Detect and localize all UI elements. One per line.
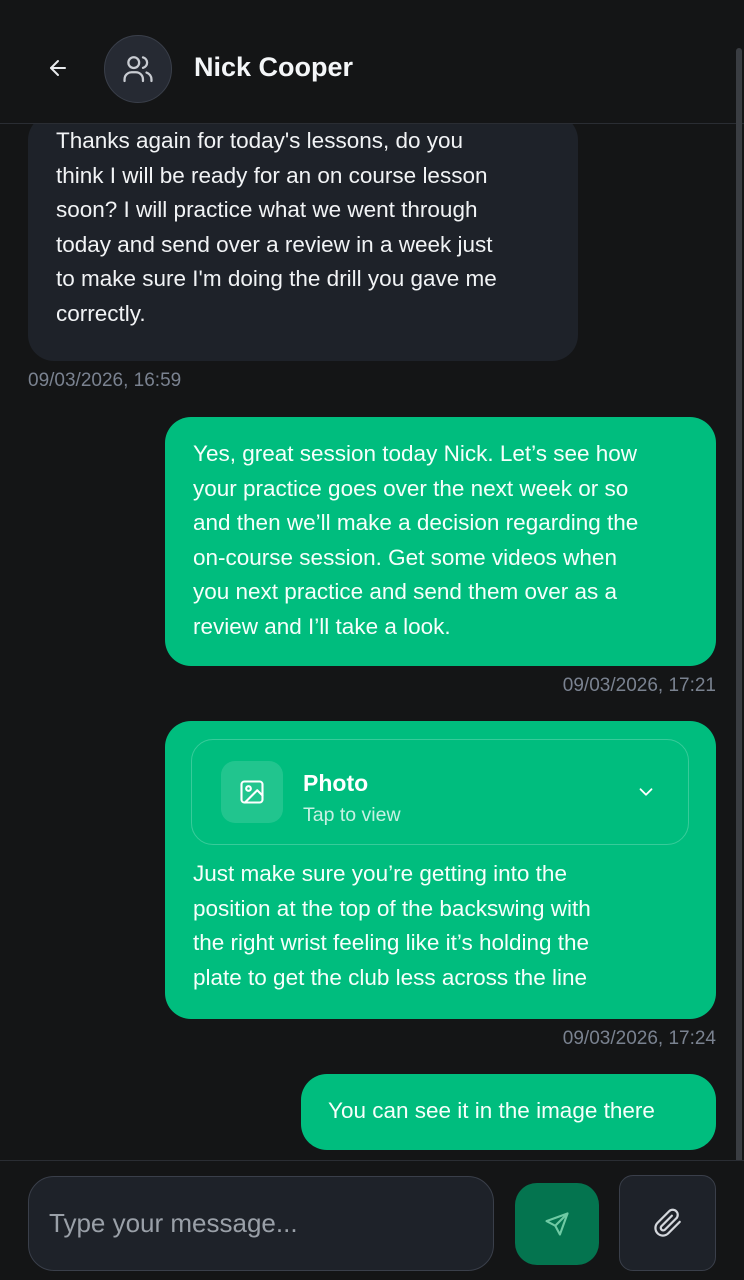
message-line: to make sure I'm doing the drill you gav… xyxy=(56,266,497,292)
message-timestamp: 09/03/2026, 17:24 xyxy=(562,1028,716,1049)
chat-header: Nick Cooper xyxy=(0,0,744,124)
message-line: plate to get the club less across the li… xyxy=(193,964,587,990)
message-line: the right wrist feeling like it’s holdin… xyxy=(193,930,590,956)
users-icon xyxy=(123,56,153,83)
chat-screen: Nick Cooper Thanks again for today's les… xyxy=(0,0,744,1280)
image-icon xyxy=(240,780,264,804)
message-bubble-outgoing[interactable]: Yes, great session today Nick. Let’s see… xyxy=(165,417,716,666)
message-line: Just make sure you’re getting into the xyxy=(193,861,567,886)
contact-avatar[interactable] xyxy=(104,35,172,103)
send-icon xyxy=(545,1212,569,1236)
contact-name: Nick Cooper xyxy=(194,52,354,82)
message-line: Yes, great session today Nick. Let’s see… xyxy=(193,441,638,466)
message-line: today and send over a review in a week j… xyxy=(56,231,493,257)
message-bubble-outgoing[interactable]: You can see it in the image there xyxy=(301,1074,716,1150)
paperclip-icon xyxy=(653,1208,681,1237)
message-line: you next practice and send them over as … xyxy=(193,579,617,605)
message-line: position at the top of the backswing wit… xyxy=(193,895,591,921)
message-line: You can see it in the image there xyxy=(328,1098,655,1123)
attach-button[interactable] xyxy=(619,1175,716,1271)
photo-thumbnail xyxy=(221,761,283,823)
message-line: and then we’ll make a decision regarding… xyxy=(193,510,639,536)
arrow-left-icon xyxy=(50,60,66,76)
message-line: Thanks again for today's lessons, do you xyxy=(56,128,464,153)
expand-attachment-button[interactable] xyxy=(632,778,660,806)
message-timestamp: 09/03/2026, 17:21 xyxy=(562,675,716,696)
back-button[interactable] xyxy=(40,50,76,86)
message-line: correctly. xyxy=(56,300,146,326)
message-line: review and I’ll take a look. xyxy=(193,613,451,639)
message-composer xyxy=(0,1160,744,1280)
scrollbar[interactable] xyxy=(736,48,742,1218)
message-timestamp: 09/03/2026, 16:59 xyxy=(28,370,182,391)
message-line: on-course session. Get some videos when xyxy=(193,544,617,570)
message-list[interactable]: Thanks again for today's lessons, do you… xyxy=(0,124,744,1160)
message-bubble-outgoing[interactable]: Photo Tap to view Just make sure you’re … xyxy=(165,721,716,1019)
message-line: think I will be ready for an on course l… xyxy=(56,162,488,188)
message-bubble-incoming[interactable]: Thanks again for today's lessons, do you… xyxy=(28,124,578,361)
attachment-title: Photo xyxy=(303,770,369,796)
attachment-subtitle: Tap to view xyxy=(303,804,401,826)
send-button[interactable] xyxy=(515,1183,599,1265)
message-input[interactable] xyxy=(28,1176,494,1271)
chevron-down-icon xyxy=(639,788,653,796)
photo-attachment[interactable]: Photo Tap to view xyxy=(191,739,689,845)
message-line: soon? I will practice what we went throu… xyxy=(56,197,478,223)
message-line: your practice goes over the next week or… xyxy=(193,475,629,501)
